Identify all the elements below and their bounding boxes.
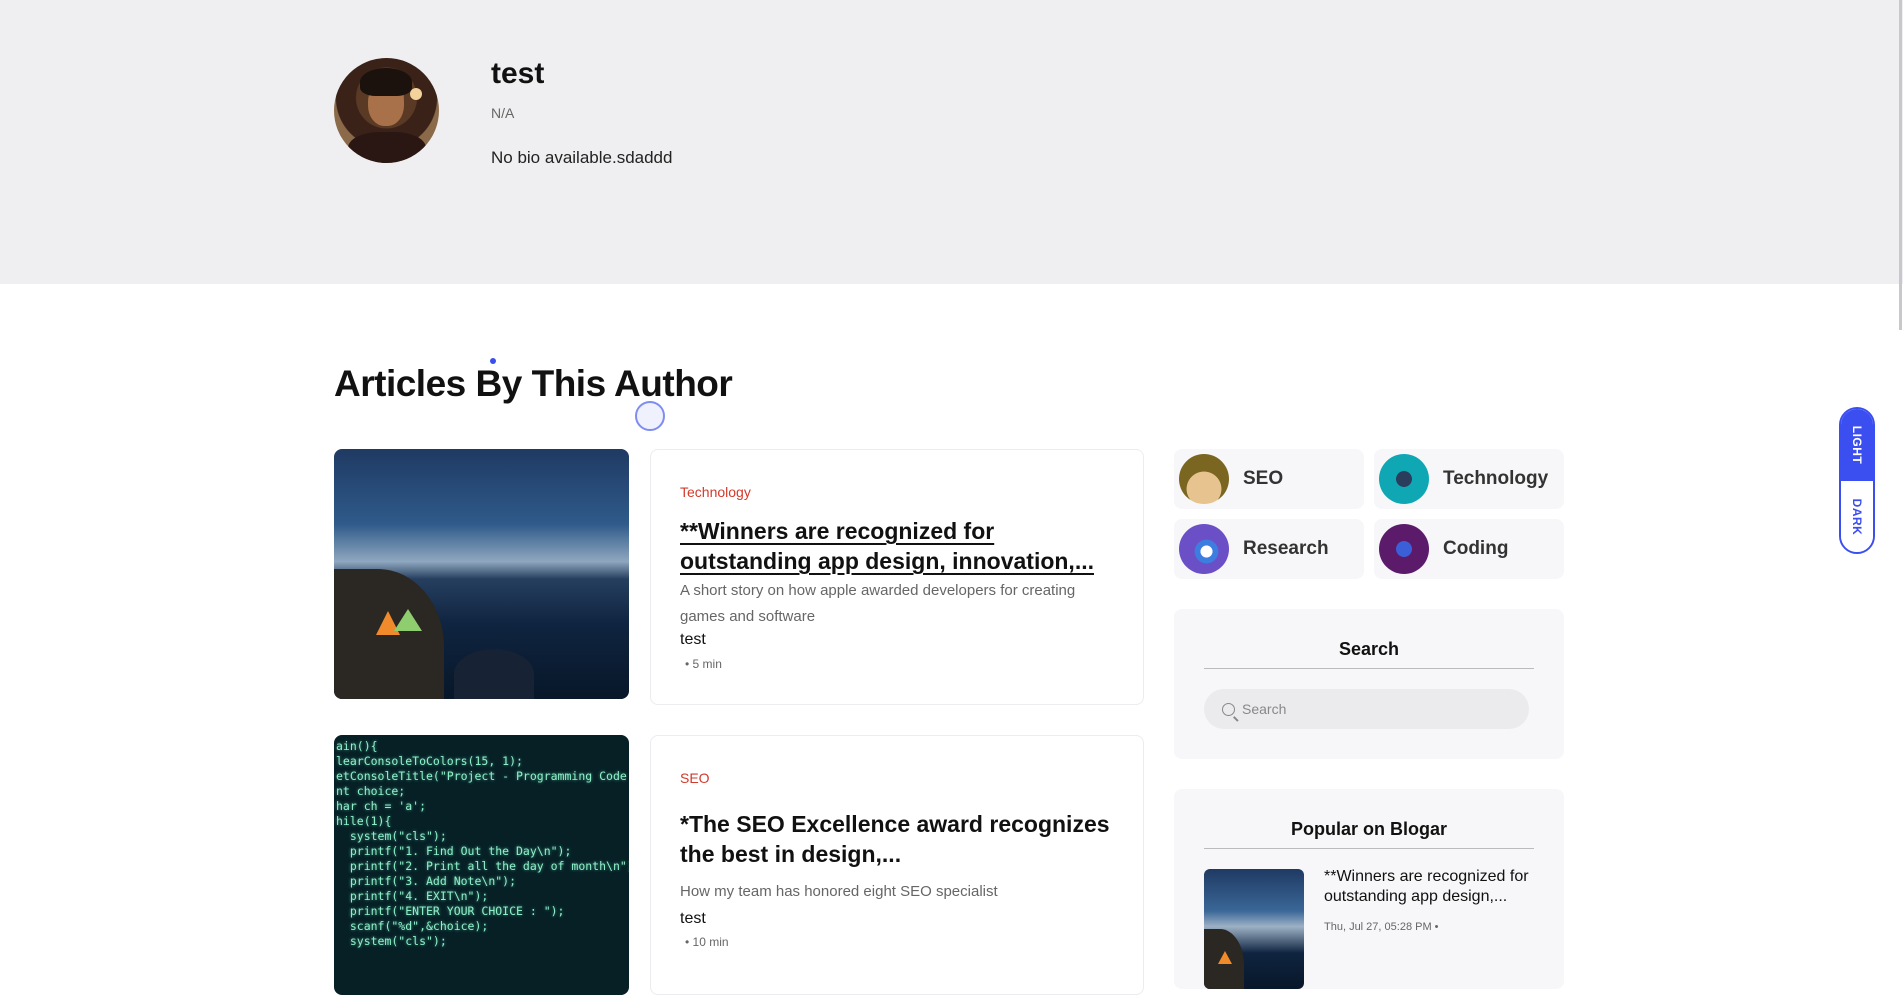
article-category-link[interactable]: SEO bbox=[680, 770, 710, 786]
theme-toggle: LIGHT DARK bbox=[1839, 407, 1875, 554]
magnifier-icon bbox=[1179, 524, 1229, 574]
popular-heading: Popular on Blogar bbox=[1204, 819, 1534, 849]
popular-post-meta: Thu, Jul 27, 05:28 PM • bbox=[1324, 921, 1439, 933]
article-excerpt: A short story on how apple awarded devel… bbox=[680, 582, 1076, 625]
category-seo[interactable]: SEO bbox=[1174, 449, 1364, 509]
search-icon bbox=[1222, 703, 1235, 716]
article-thumbnail[interactable] bbox=[334, 449, 629, 699]
scrollbar[interactable] bbox=[1899, 0, 1902, 330]
robot-hand-icon bbox=[1379, 454, 1429, 504]
seo-icon bbox=[1179, 454, 1229, 504]
author-avatar bbox=[334, 58, 439, 163]
category-research[interactable]: Research bbox=[1174, 519, 1364, 579]
popular-widget: Popular on Blogar **Winners are recogniz… bbox=[1174, 789, 1564, 989]
category-technology[interactable]: Technology bbox=[1374, 449, 1564, 509]
category-label: Research bbox=[1243, 538, 1329, 559]
category-label: Coding bbox=[1443, 538, 1509, 559]
article-read-time: • 5 min bbox=[685, 657, 722, 671]
article-title-link[interactable]: **Winners are recognized for outstanding… bbox=[680, 516, 1110, 576]
author-header bbox=[0, 0, 1903, 284]
popular-post-title[interactable]: **Winners are recognized for outstanding… bbox=[1324, 867, 1544, 907]
author-bio: No bio available.sdaddd bbox=[491, 148, 673, 167]
category-coding[interactable]: Coding bbox=[1374, 519, 1564, 579]
light-mode-button[interactable]: LIGHT bbox=[1841, 409, 1873, 481]
code-tablet-icon bbox=[1379, 524, 1429, 574]
article-card[interactable]: Technology **Winners are recognized for … bbox=[650, 449, 1144, 705]
category-label: Technology bbox=[1443, 468, 1549, 489]
light-mode-label: LIGHT bbox=[1850, 425, 1864, 465]
search-input[interactable] bbox=[1242, 697, 1512, 721]
article-read-time: • 10 min bbox=[685, 935, 729, 949]
search-heading: Search bbox=[1204, 639, 1534, 669]
article-author-link[interactable]: test bbox=[680, 910, 706, 928]
article-thumbnail[interactable]: ain(){ learConsoleToColors(15, 1); etCon… bbox=[334, 735, 629, 995]
dark-mode-button[interactable]: DARK bbox=[1841, 481, 1873, 552]
search-widget: Search bbox=[1174, 609, 1564, 759]
article-title-link[interactable]: *The SEO Excellence award recognizes the… bbox=[680, 809, 1110, 869]
article-category-link[interactable]: Technology bbox=[680, 484, 751, 500]
category-label: SEO bbox=[1243, 468, 1284, 489]
section-title: Articles By This Author bbox=[334, 363, 733, 404]
dark-mode-label: DARK bbox=[1850, 498, 1864, 535]
cursor-ring bbox=[635, 401, 665, 431]
article-excerpt: How my team has honored eight SEO specia… bbox=[680, 883, 998, 900]
author-role: N/A bbox=[491, 105, 515, 121]
popular-thumbnail[interactable] bbox=[1204, 869, 1304, 989]
author-name: test bbox=[491, 57, 545, 90]
article-card[interactable]: SEO *The SEO Excellence award recognizes… bbox=[650, 735, 1144, 995]
article-author-link[interactable]: test bbox=[680, 631, 706, 649]
